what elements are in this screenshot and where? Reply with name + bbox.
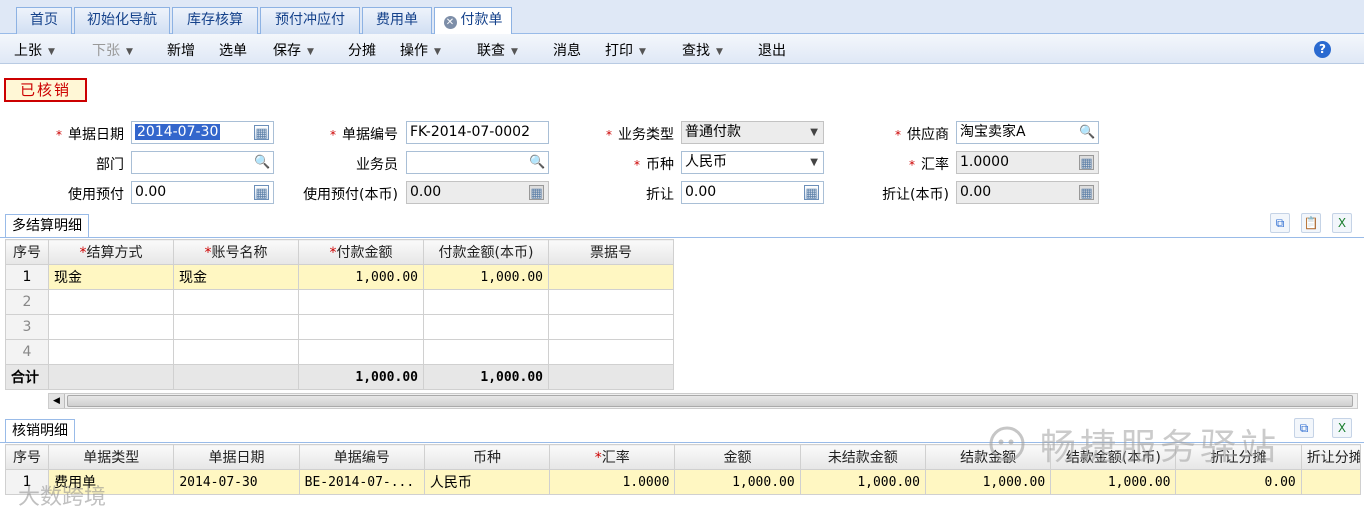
search-icon[interactable]: 🔍 <box>254 155 270 170</box>
settle-section-tab[interactable]: 多结算明细 <box>5 214 89 238</box>
writeoff-section-tab[interactable]: 核销明细 <box>5 419 75 443</box>
discount-base-field[interactable]: 0.00 ▦ <box>956 181 1099 204</box>
print-button[interactable]: 打印 ▼ <box>605 40 646 60</box>
scroll-thumb[interactable] <box>67 395 1353 407</box>
tab-payment-label: 付款单 <box>460 12 503 28</box>
chevron-down-icon: ▼ <box>511 47 518 57</box>
search-icon[interactable]: 🔍 <box>1079 125 1095 140</box>
search-icon[interactable]: 🔍 <box>529 155 545 170</box>
biz-type-select[interactable]: 普通付款 ▼ <box>681 121 824 144</box>
horizontal-scrollbar[interactable]: ◀ <box>48 393 1358 409</box>
tab-init-guide[interactable]: 初始化导航 <box>74 7 170 34</box>
excel-export-icon[interactable]: X <box>1332 418 1352 438</box>
status-badge: 已核销 <box>4 78 87 102</box>
currency-select[interactable]: 人民币 ▼ <box>681 151 824 174</box>
new-button[interactable]: 新增 <box>167 40 195 60</box>
doc-date-label: * 单据日期 <box>56 127 124 143</box>
operations-button[interactable]: 操作 ▼ <box>400 40 441 60</box>
table-row[interactable]: 1 现金 现金 1,000.00 1,000.00 <box>5 264 674 290</box>
tab-payment[interactable]: ✕ 付款单 <box>434 7 512 35</box>
excel-export-icon[interactable]: X <box>1332 213 1352 233</box>
copy-icon[interactable]: ⧉ <box>1270 213 1290 233</box>
chevron-down-icon: ▼ <box>716 47 723 57</box>
dropdown-arrow-icon: ▼ <box>810 157 818 168</box>
next-button[interactable]: 下张 ▼ <box>92 40 133 60</box>
col-amount: *付款金额 <box>298 239 424 265</box>
rate-label: * 汇率 <box>909 157 949 173</box>
chevron-down-icon: ▼ <box>48 47 55 57</box>
biz-type-label: * 业务类型 <box>606 127 674 143</box>
chevron-down-icon: ▼ <box>126 47 133 57</box>
supplier-label: * 供应商 <box>895 127 949 143</box>
calculator-icon[interactable]: ▦ <box>804 185 819 201</box>
chevron-down-icon: ▼ <box>434 47 441 57</box>
calculator-icon[interactable]: ▦ <box>254 185 269 201</box>
dept-label: 部门 <box>96 157 124 173</box>
tab-home[interactable]: 首页 <box>16 7 72 34</box>
table-row[interactable]: 4 <box>5 339 674 365</box>
calculator-icon[interactable]: ▦ <box>1079 185 1094 201</box>
tab-bar: 首页 初始化导航 库存核算 预付冲应付 费用单 ✕ 付款单 <box>0 0 1364 35</box>
col-amount-base: 付款金额(本币) <box>423 239 549 265</box>
copy-icon[interactable]: ⧉ <box>1294 418 1314 438</box>
dept-field[interactable]: 🔍 <box>131 151 274 174</box>
rate-field[interactable]: 1.0000 ▦ <box>956 151 1099 174</box>
section-divider <box>0 237 1364 238</box>
table-row[interactable]: 2 <box>5 289 674 315</box>
supplier-field[interactable]: 淘宝卖家A 🔍 <box>956 121 1099 144</box>
table-header-row: 序号 *结算方式 *账号名称 *付款金额 付款金额(本币) 票据号 <box>5 239 674 265</box>
toolbar: 上张 ▼ 下张 ▼ 新增 选单 保存 ▼ 分摊 操作 ▼ 联查 ▼ 消息 打印 ▼ 查找 ▼ … <box>0 34 1364 64</box>
prepay-label: 使用预付 <box>68 187 124 203</box>
table-row[interactable]: 1 费用单 2014-07-30 BE-2014-07-... 人民币 1.00… <box>4 469 1362 495</box>
watermark-text: 畅捷服务驿站 <box>1040 427 1281 468</box>
prepay-field[interactable]: 0.00 ▦ <box>131 181 274 204</box>
split-button[interactable]: 分摊 <box>348 40 376 60</box>
doc-no-field[interactable]: FK-2014-07-0002 <box>406 121 549 144</box>
discount-field[interactable]: 0.00 ▦ <box>681 181 824 204</box>
paste-icon[interactable]: 📋 <box>1301 213 1321 233</box>
tab-stock-accounting[interactable]: 库存核算 <box>172 7 258 34</box>
dropdown-arrow-icon: ▼ <box>810 127 818 138</box>
select-doc-button[interactable]: 选单 <box>219 40 247 60</box>
prepay-base-label: 使用预付(本币) <box>303 187 398 203</box>
tab-expense[interactable]: 费用单 <box>362 7 432 34</box>
chevron-down-icon: ▼ <box>639 47 646 57</box>
prev-button[interactable]: 上张 ▼ <box>14 40 55 60</box>
close-icon[interactable]: ✕ <box>443 16 457 29</box>
exit-button[interactable]: 退出 <box>758 40 786 60</box>
col-method: *结算方式 <box>48 239 174 265</box>
col-account: *账号名称 <box>173 239 299 265</box>
discount-base-label: 折让(本币) <box>882 187 949 203</box>
watermark-corner-text: 大数跨境 <box>18 485 107 510</box>
discount-label: 折让 <box>646 187 674 203</box>
message-button[interactable]: 消息 <box>553 40 581 60</box>
settle-table: 序号 *结算方式 *账号名称 *付款金额 付款金额(本币) 票据号 1 现金 现… <box>5 239 674 390</box>
col-bill-no: 票据号 <box>548 239 674 265</box>
col-no: 序号 <box>5 239 49 265</box>
currency-label: * 币种 <box>634 157 674 173</box>
staff-field[interactable]: 🔍 <box>406 151 549 174</box>
prepay-base-field[interactable]: 0.00 ▦ <box>406 181 549 204</box>
help-icon[interactable]: ? <box>1314 41 1331 58</box>
scroll-left-icon[interactable]: ◀ <box>49 394 65 408</box>
staff-label: 业务员 <box>356 157 398 173</box>
table-total-row: 合计 1,000.00 1,000.00 <box>5 364 674 390</box>
find-button[interactable]: 查找 ▼ <box>682 40 723 60</box>
calculator-icon[interactable]: ▦ <box>529 185 544 201</box>
doc-no-label: * 单据编号 <box>330 127 398 143</box>
tab-prepay-offset[interactable]: 预付冲应付 <box>260 7 360 34</box>
doc-date-field[interactable]: 2014-07-30 ▦ <box>131 121 274 144</box>
calculator-icon[interactable]: ▦ <box>1079 155 1094 171</box>
chevron-down-icon: ▼ <box>307 47 314 57</box>
table-row[interactable]: 3 <box>5 314 674 340</box>
query-button[interactable]: 联查 ▼ <box>477 40 518 60</box>
watermark-logo-icon <box>989 426 1025 462</box>
save-button[interactable]: 保存 ▼ <box>273 40 314 60</box>
calendar-icon[interactable]: ▦ <box>254 125 269 141</box>
